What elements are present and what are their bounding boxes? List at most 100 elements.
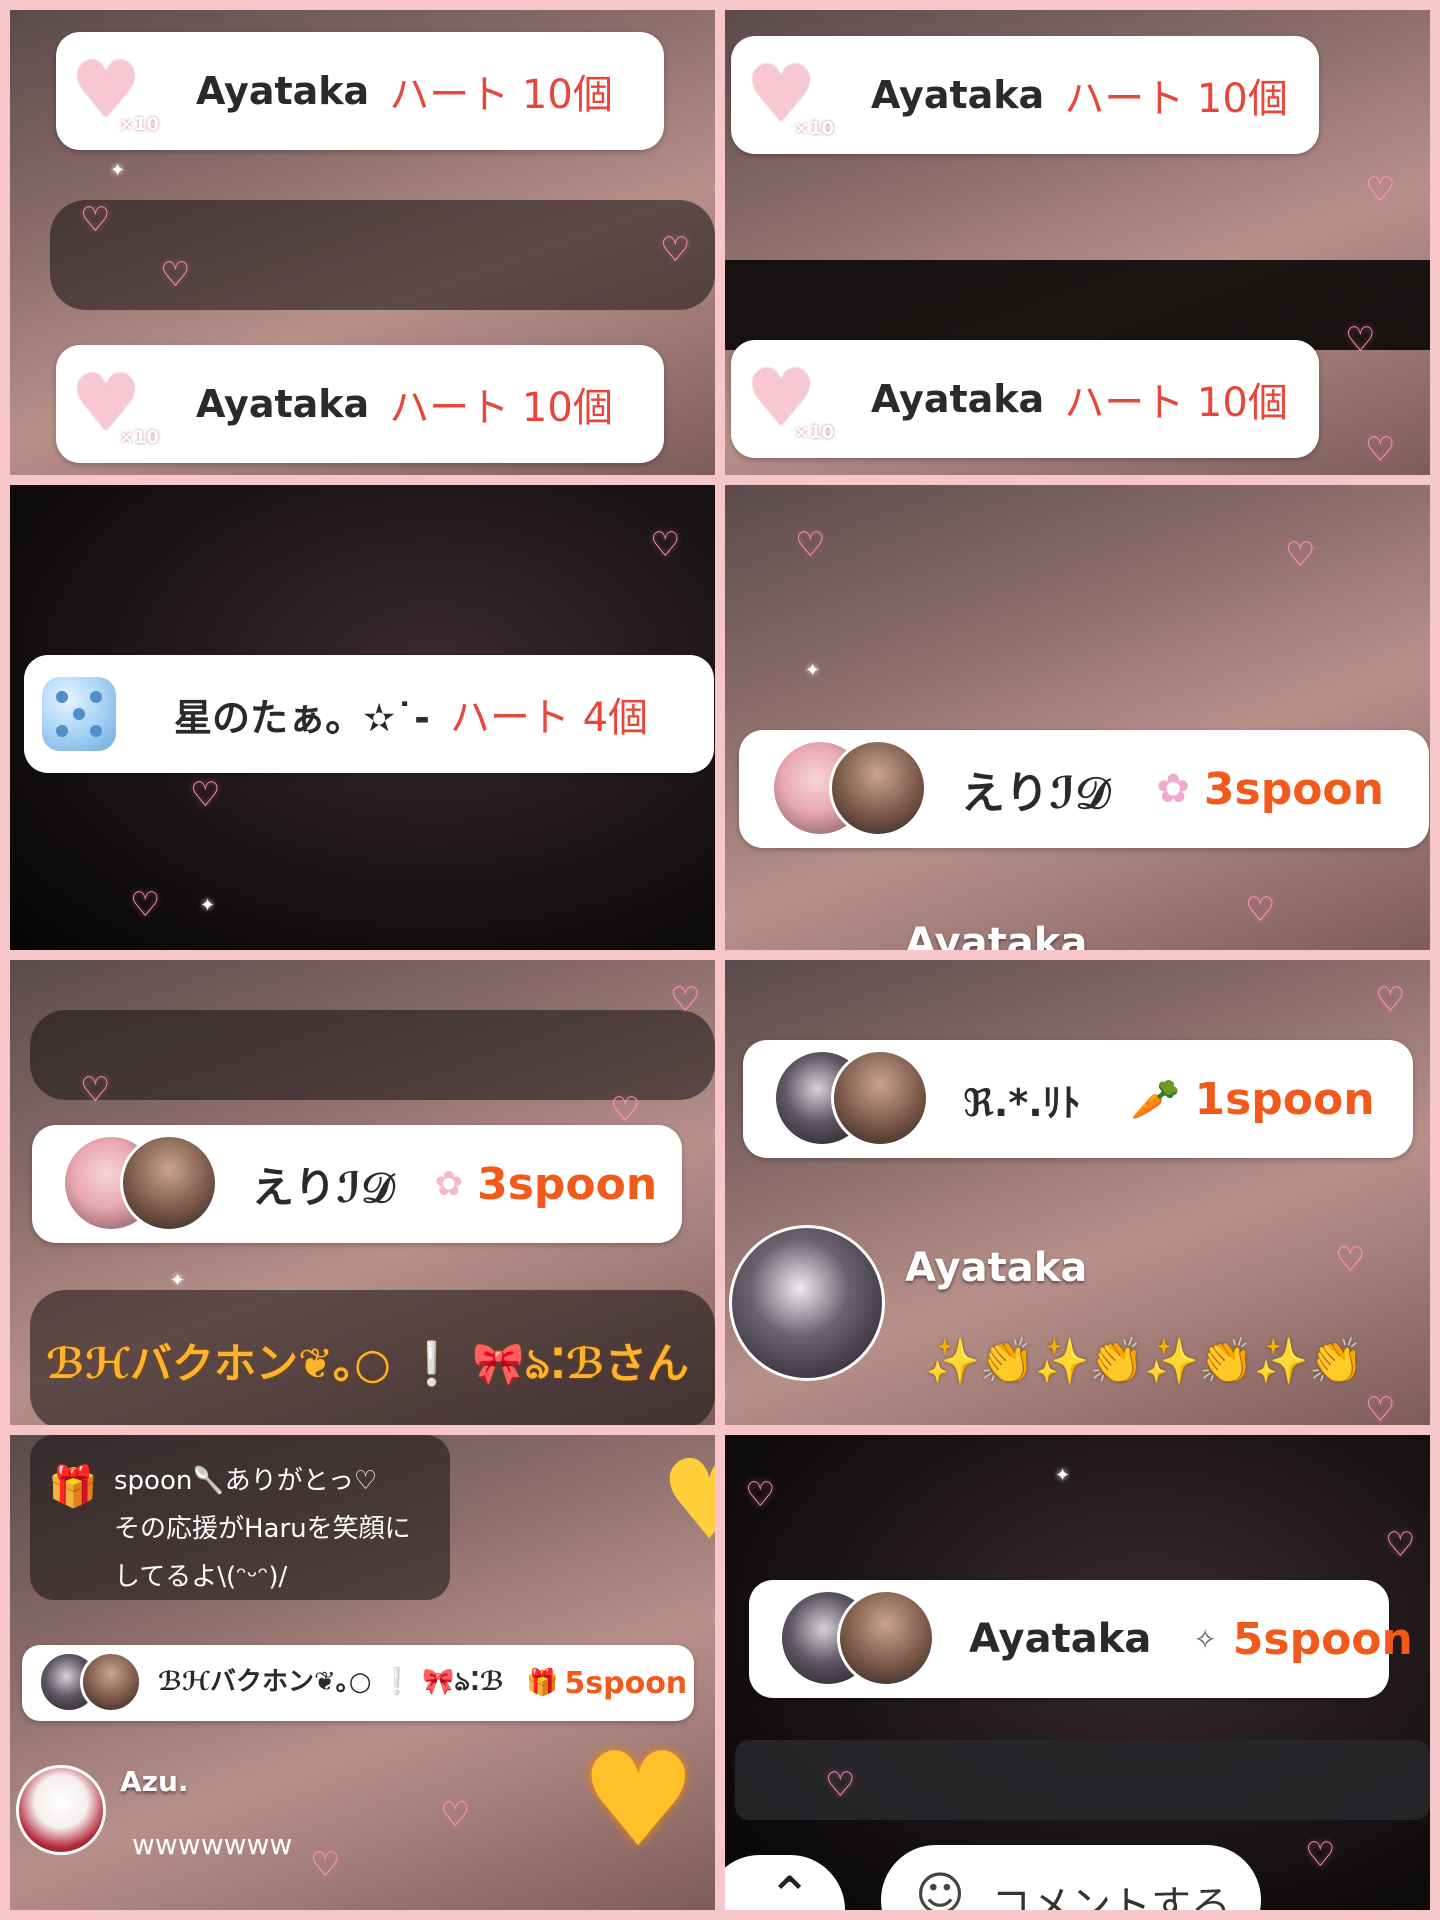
- spoon-gift-row[interactable]: えりℐ𝒟 ✿ 3spoon: [32, 1125, 682, 1243]
- gift-label: ハート 10個: [389, 385, 613, 431]
- thanks-line: その応援がHaruを笑顔に: [114, 1514, 411, 1544]
- dark-band: [725, 260, 1430, 350]
- heart-icon: ♡: [670, 980, 701, 1020]
- avatar: [831, 1049, 929, 1147]
- spoon-amount: 1spoon: [1194, 1073, 1375, 1125]
- chat-message: wwwwwww: [132, 1828, 293, 1861]
- faded-band: [50, 200, 715, 310]
- sender-name: Ayataka: [196, 69, 370, 113]
- gift-box-icon: 🎁: [526, 1668, 559, 1698]
- yellow-heart-icon: ♥: [580, 1724, 697, 1876]
- tile-5: えりℐ𝒟 ✿ 3spoon ℬℋバクホン❦｡○ ❕ 🎀ঌ⁚ℬさん ♡ ♡ ♡ ✦: [10, 960, 715, 1425]
- gift-message-row[interactable]: 星のたぁ。✫˙- ハート 4個: [24, 655, 714, 773]
- comment-button-label: コメントする: [991, 1883, 1231, 1910]
- heart-icon: ♡: [1375, 980, 1406, 1020]
- heart-icon: ♡: [1365, 430, 1396, 470]
- gift-message-row[interactable]: ♥ ×10 Ayataka ハート 10個: [56, 32, 664, 150]
- heart-icon: ♡: [1365, 1390, 1396, 1425]
- heart-icon: ♡: [310, 1845, 341, 1885]
- heart-icon: ♡: [1385, 1525, 1416, 1565]
- tile-2: ♥ ×10 Ayataka ハート 10個 ♥ ×10 Ayataka ハート 10…: [725, 10, 1430, 475]
- avatar-pair: [38, 1651, 148, 1715]
- heart-icon: ♡: [1285, 535, 1316, 575]
- screenshot-collage: ♥ ×10 Ayataka ハート 10個 ♥ ×10 Ayataka ハート 10…: [0, 0, 1440, 1920]
- heart-icon: ♡: [795, 525, 826, 565]
- sender-name: Ayataka: [871, 73, 1045, 117]
- chevron-up-icon: ⌃: [767, 1865, 813, 1910]
- spoon-gift-row[interactable]: えりℐ𝒟 ✿ 3spoon: [739, 730, 1429, 848]
- up-button[interactable]: ⌃: [725, 1855, 845, 1910]
- spoon-amount: 3spoon: [1203, 763, 1384, 815]
- sparkle-icon: ✦: [200, 895, 216, 916]
- avatar-pair: [779, 1589, 939, 1689]
- spoon-amount: 5spoon: [564, 1665, 688, 1701]
- user-avatar[interactable]: [729, 1225, 885, 1381]
- avatar-pair: [773, 1049, 933, 1149]
- thanks-line: spoon🥄ありがとっ♡: [114, 1466, 378, 1496]
- partial-user-name: Ayataka: [905, 920, 1088, 950]
- gift-message-row[interactable]: ♥ ×10 Ayataka ハート 10個: [731, 340, 1319, 458]
- gift-message-row[interactable]: ♥ ×10 Ayataka ハート 10個: [731, 36, 1319, 154]
- thanks-line: してるよ\(ᵔᵕᵔ)/: [114, 1562, 288, 1592]
- avatar: [837, 1589, 935, 1687]
- sender-name: ℬℋバクホン❦｡○ ❕ 🎀ঌ⁚ℬ: [158, 1667, 504, 1697]
- user-avatar[interactable]: [16, 1765, 106, 1855]
- tile-7: 🎁 spoon🥄ありがとっ♡ その応援がHaruを笑顔に してるよ\(ᵔᵕᵔ)/…: [10, 1435, 715, 1910]
- heart-icon: ♡: [130, 885, 161, 925]
- heart-icon: ♡: [190, 775, 221, 815]
- heart-icon: ♡: [1245, 890, 1276, 930]
- yellow-heart-icon: ♥: [660, 1436, 715, 1564]
- avatar: [829, 739, 927, 837]
- spoon-gift-row[interactable]: ℬℋバクホン❦｡○ ❕ 🎀ঌ⁚ℬ 🎁 5spoon: [22, 1645, 694, 1721]
- heart-gift-icon: ♥ ×10: [746, 354, 834, 444]
- chat-message: ✨👏✨👏✨👏✨👏: [925, 1336, 1364, 1387]
- flower-icon: ✿: [1156, 766, 1190, 812]
- heart-icon: ♡: [160, 255, 191, 295]
- heart-gift-icon: ♥ ×10: [71, 359, 159, 449]
- sparkle-icon: ✦: [805, 660, 821, 681]
- sender-name: えりℐ𝒟: [961, 768, 1111, 819]
- spoon-gift-row[interactable]: Ayataka ✧ 5spoon: [749, 1580, 1413, 1698]
- sender-name: Ayataka: [871, 377, 1045, 421]
- chat-message: ℬℋバクホン❦｡○ ❕ 🎀ঌ⁚ℬさん: [46, 1339, 689, 1388]
- heart-icon: ♡: [1345, 320, 1376, 360]
- gift-label: ハート 10個: [1064, 380, 1288, 426]
- faded-band: [30, 1010, 715, 1100]
- sparkle-icon: ✧: [1193, 1622, 1217, 1656]
- heart-icon: ♡: [660, 230, 691, 270]
- comment-user-name: Azu.: [120, 1765, 189, 1798]
- gift-label: ハート 4個: [449, 695, 649, 741]
- tile-6: ℜ.*.ﾘﾄ 🥕 1spoon Ayataka ✨👏✨👏✨👏✨👏 ♡ ♡ ♡: [725, 960, 1430, 1425]
- gift-label: ハート 10個: [389, 72, 613, 118]
- tile-4: えりℐ𝒟 ✿ 3spoon Ayataka ♡ ♡ ♡ ✦: [725, 485, 1430, 950]
- spoon-gift-row[interactable]: ℜ.*.ﾘﾄ 🥕 1spoon: [743, 1040, 1413, 1158]
- heart-icon: ♡: [1365, 170, 1396, 210]
- flower-icon: ✿: [434, 1164, 464, 1204]
- tile-8: Ayataka ✧ 5spoon ⌃ ☺ コメントする ♡ ♡ ♡ ♡ ✦: [725, 1435, 1430, 1910]
- sender-name: ℜ.*.ﾘﾄ: [963, 1080, 1081, 1125]
- spoon-amount: 3spoon: [477, 1158, 658, 1210]
- heart-icon: ♡: [1305, 1835, 1336, 1875]
- carrot-icon: 🥕: [1130, 1076, 1181, 1123]
- sparkle-icon: ✦: [1055, 1465, 1071, 1486]
- sender-name: Ayataka: [196, 382, 370, 426]
- avatar-pair: [62, 1134, 222, 1234]
- gift-message-row[interactable]: ♥ ×10 Ayataka ハート 10個: [56, 345, 664, 463]
- heart-icon: ♡: [440, 1795, 471, 1835]
- comment-button[interactable]: ☺ コメントする: [881, 1845, 1261, 1910]
- comment-icon: ☺: [915, 1867, 966, 1910]
- avatar: [80, 1651, 142, 1713]
- heart-icon: ♡: [1335, 1240, 1366, 1280]
- spoon-amount: 5spoon: [1232, 1613, 1413, 1665]
- heart-icon: ♡: [825, 1765, 856, 1805]
- comment-user-name: Ayataka: [905, 1245, 1088, 1291]
- sparkle-icon: ✦: [110, 160, 126, 181]
- dice-icon: [24, 677, 134, 751]
- tile-3: 星のたぁ。✫˙- ハート 4個 ♡ ♡ ♡ ✦: [10, 485, 715, 950]
- heart-icon: ♡: [80, 200, 111, 240]
- heart-gift-icon: ♥ ×10: [71, 46, 159, 136]
- gift-box-icon: 🎁: [48, 1464, 98, 1510]
- heart-gift-icon: ♥ ×10: [746, 50, 834, 140]
- sparkle-icon: ✦: [170, 1270, 186, 1291]
- sender-name: えりℐ𝒟: [252, 1162, 395, 1212]
